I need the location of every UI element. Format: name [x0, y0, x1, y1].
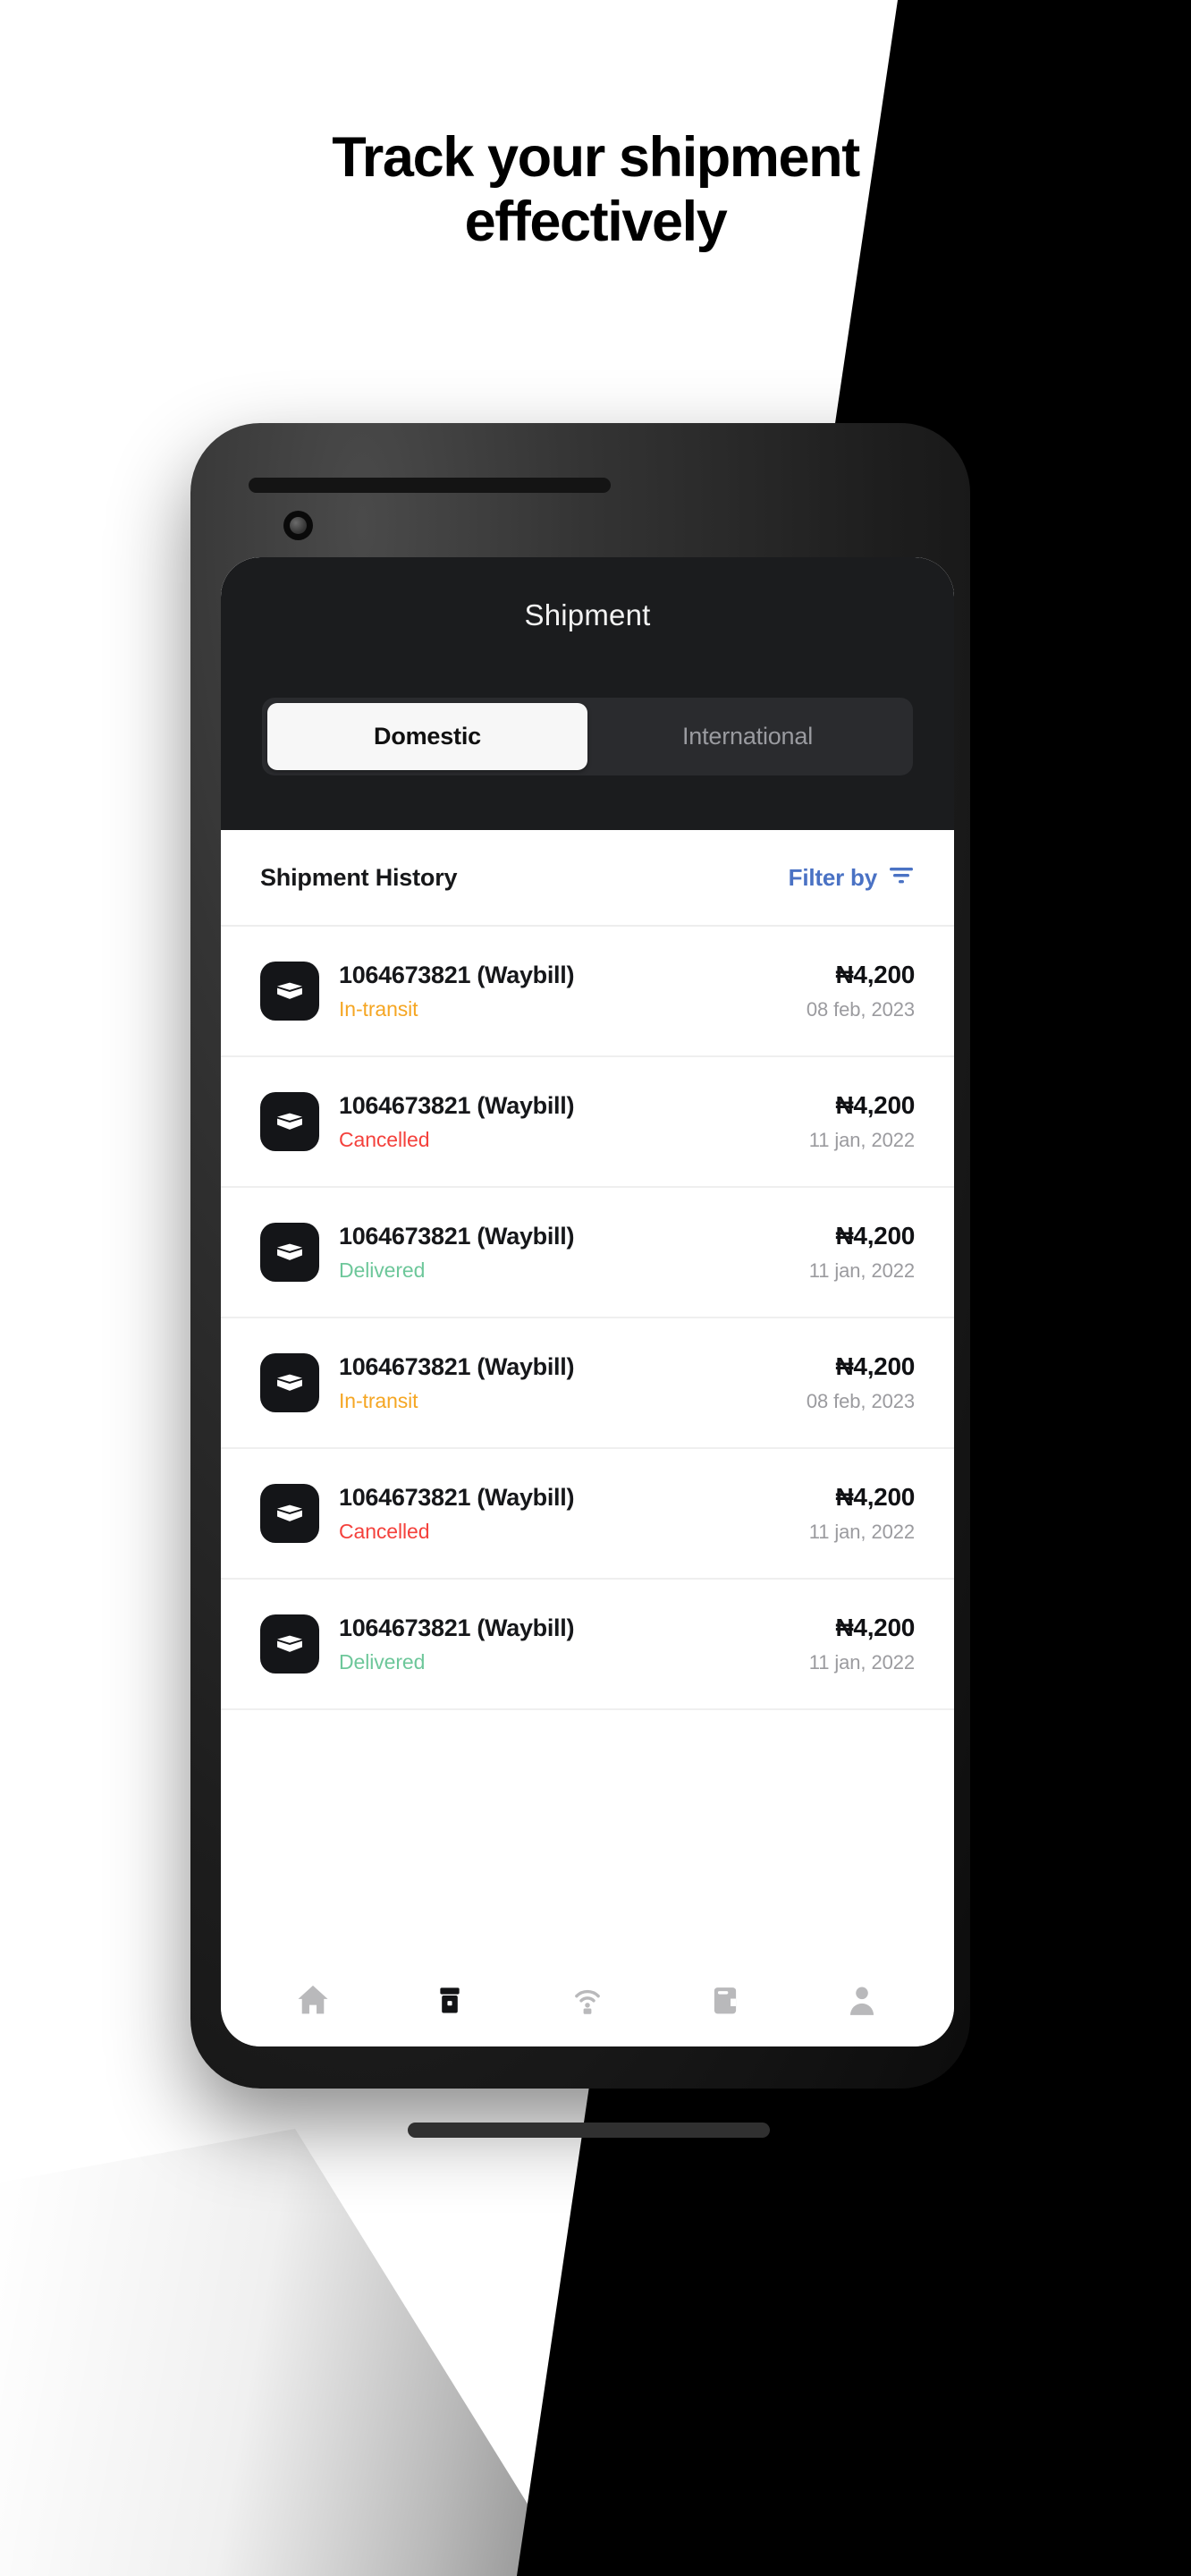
tab-domestic-label: Domestic	[374, 723, 481, 750]
shipment-date: 11 jan, 2022	[808, 1259, 915, 1282]
nav-item-tracking[interactable]	[553, 1956, 621, 2024]
filter-icon	[888, 865, 915, 891]
row-main: 1064673821 (Waybill) Delivered	[339, 1223, 809, 1283]
table-row[interactable]: 1064673821 (Waybill) Cancelled ₦4,200 11…	[221, 1057, 954, 1188]
tab-international[interactable]: International	[587, 703, 908, 770]
shipment-date: 11 jan, 2022	[808, 1651, 915, 1674]
shipment-history-title: Shipment History	[260, 863, 458, 891]
filter-by-button[interactable]: Filter by	[789, 864, 915, 892]
shipment-date: 08 feb, 2023	[806, 998, 915, 1021]
device-drop-shadow	[0, 2129, 572, 2576]
row-main: 1064673821 (Waybill) Delivered	[339, 1614, 809, 1674]
row-side: ₦4,200 08 feb, 2023	[807, 961, 915, 1021]
waybill-id: 1064673821 (Waybill)	[339, 1352, 575, 1380]
shipment-box-icon	[430, 1980, 469, 2024]
shipment-amount: ₦4,200	[835, 961, 916, 988]
package-box-icon	[260, 1092, 319, 1151]
shipment-history-header: Shipment History Filter by	[221, 830, 954, 927]
tab-international-label: International	[681, 723, 813, 750]
table-row[interactable]: 1064673821 (Waybill) Delivered ₦4,200 11…	[221, 1188, 954, 1318]
app-header: Shipment Domestic International	[221, 557, 954, 830]
poster-canvas: Track your shipment effectively Shipment…	[0, 0, 1191, 2576]
row-side: ₦4,200 11 jan, 2022	[808, 1483, 916, 1544]
package-box-icon	[260, 1484, 319, 1543]
shipment-type-tabs[interactable]: Domestic International	[262, 698, 913, 775]
home-icon	[293, 1980, 333, 2024]
shipment-date: 11 jan, 2022	[808, 1129, 915, 1151]
status-badge: In-transit	[339, 1388, 418, 1412]
nav-item-profile[interactable]	[828, 1956, 896, 2024]
status-badge: Delivered	[339, 1258, 426, 1282]
shipment-list: 1064673821 (Waybill) In-transit ₦4,200 0…	[221, 927, 954, 1844]
nav-item-wallet[interactable]	[691, 1956, 759, 2024]
app-screen: Shipment Domestic International Shipment…	[221, 557, 954, 2046]
phone-front-camera	[283, 511, 313, 540]
status-badge: Delivered	[339, 1649, 426, 1674]
headline-line-1: Track your shipment	[332, 126, 860, 189]
nav-item-shipment[interactable]	[416, 1956, 484, 2024]
shipment-amount: ₦4,200	[835, 1483, 916, 1511]
tab-domestic[interactable]: Domestic	[267, 703, 587, 770]
row-side: ₦4,200 11 jan, 2022	[808, 1222, 916, 1283]
package-box-icon	[260, 1223, 319, 1282]
shipment-date: 08 feb, 2023	[806, 1390, 915, 1412]
shipment-amount: ₦4,200	[835, 1222, 916, 1250]
phone-earpiece-speaker	[249, 478, 611, 493]
shipment-amount: ₦4,200	[835, 1091, 916, 1119]
tracking-signal-icon	[568, 1980, 607, 2024]
row-main: 1064673821 (Waybill) Cancelled	[339, 1092, 809, 1152]
status-badge: In-transit	[339, 996, 418, 1021]
row-side: ₦4,200 11 jan, 2022	[808, 1091, 916, 1152]
row-side: ₦4,200 11 jan, 2022	[808, 1614, 916, 1674]
table-row[interactable]: 1064673821 (Waybill) In-transit ₦4,200 0…	[221, 1318, 954, 1449]
shipment-amount: ₦4,200	[835, 1614, 916, 1641]
row-main: 1064673821 (Waybill) In-transit	[339, 1353, 807, 1413]
filter-by-label: Filter by	[788, 863, 878, 891]
wallet-icon	[705, 1980, 745, 2024]
list-empty-space	[221, 1710, 954, 1844]
waybill-id: 1064673821 (Waybill)	[339, 1091, 575, 1119]
waybill-id: 1064673821 (Waybill)	[339, 961, 575, 988]
shipment-date: 11 jan, 2022	[808, 1521, 915, 1543]
profile-person-icon	[842, 1980, 882, 2024]
headline-line-2: effectively	[464, 191, 728, 254]
shipment-amount: ₦4,200	[835, 1352, 916, 1380]
package-box-icon	[260, 1353, 319, 1412]
package-box-icon	[260, 1614, 319, 1674]
table-row[interactable]: 1064673821 (Waybill) Cancelled ₦4,200 11…	[221, 1449, 954, 1580]
table-row[interactable]: 1064673821 (Waybill) Delivered ₦4,200 11…	[221, 1580, 954, 1710]
waybill-id: 1064673821 (Waybill)	[339, 1614, 575, 1641]
app-title: Shipment	[524, 598, 651, 631]
row-main: 1064673821 (Waybill) Cancelled	[339, 1484, 809, 1544]
table-row[interactable]: 1064673821 (Waybill) In-transit ₦4,200 0…	[221, 927, 954, 1057]
nav-item-home[interactable]	[279, 1956, 347, 2024]
phone-home-indicator	[408, 2123, 770, 2138]
bottom-navigation-bar[interactable]	[221, 1946, 954, 2046]
status-badge: Cancelled	[339, 1127, 430, 1151]
page-title: Track your shipment effectively	[0, 125, 1191, 255]
waybill-id: 1064673821 (Waybill)	[339, 1483, 575, 1511]
status-badge: Cancelled	[339, 1519, 430, 1543]
row-main: 1064673821 (Waybill) In-transit	[339, 962, 807, 1021]
row-side: ₦4,200 08 feb, 2023	[807, 1352, 915, 1413]
waybill-id: 1064673821 (Waybill)	[339, 1222, 575, 1250]
package-box-icon	[260, 962, 319, 1021]
